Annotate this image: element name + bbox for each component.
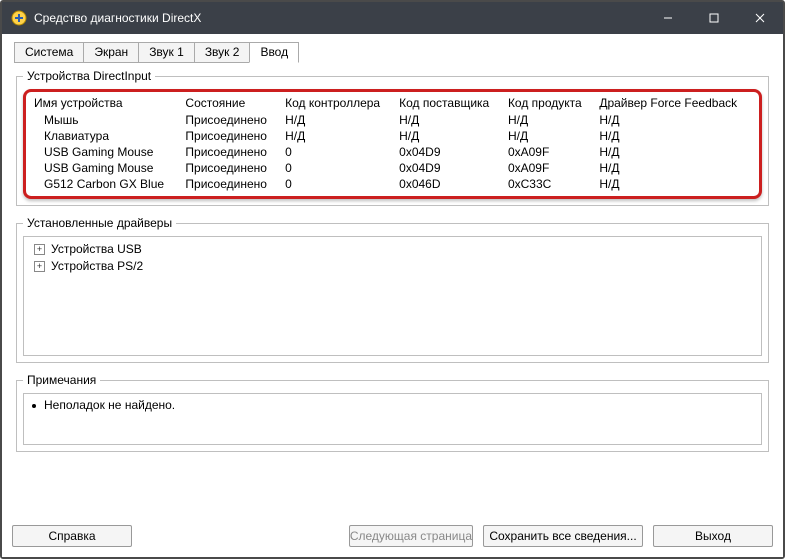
- table-row[interactable]: USB Gaming Mouse Присоединено 0 0x04D9 0…: [30, 144, 755, 160]
- col-state[interactable]: Состояние: [181, 94, 281, 112]
- col-controller-id[interactable]: Код контроллера: [281, 94, 395, 112]
- footer-bar: Справка Следующая страница Сохранить все…: [2, 521, 783, 547]
- window-title: Средство диагностики DirectX: [34, 11, 201, 25]
- col-device-name[interactable]: Имя устройства: [30, 94, 181, 112]
- tree-item-usb[interactable]: + Устройства USB: [30, 241, 755, 258]
- next-page-button[interactable]: Следующая страница: [349, 525, 473, 547]
- device-table-highlight: Имя устройства Состояние Код контроллера…: [23, 89, 762, 199]
- drivers-tree[interactable]: + Устройства USB + Устройства PS/2: [23, 236, 762, 356]
- table-row[interactable]: Мышь Присоединено Н/Д Н/Д Н/Д Н/Д: [30, 112, 755, 128]
- note-text: Неполадок не найдено.: [44, 398, 175, 412]
- maximize-button[interactable]: [691, 2, 737, 34]
- table-row[interactable]: G512 Carbon GX Blue Присоединено 0 0x046…: [30, 176, 755, 192]
- tab-system[interactable]: Система: [14, 42, 84, 63]
- group-directinput-devices: Устройства DirectInput Имя устройства Со…: [16, 69, 769, 206]
- device-table: Имя устройства Состояние Код контроллера…: [30, 94, 755, 192]
- save-all-info-button[interactable]: Сохранить все сведения...: [483, 525, 643, 547]
- exit-button[interactable]: Выход: [653, 525, 773, 547]
- table-row[interactable]: USB Gaming Mouse Присоединено 0 0x04D9 0…: [30, 160, 755, 176]
- expand-icon[interactable]: +: [34, 244, 45, 255]
- tab-sound-1[interactable]: Звук 1: [138, 42, 195, 63]
- close-button[interactable]: [737, 2, 783, 34]
- group-notes: Примечания Неполадок не найдено.: [16, 373, 769, 452]
- minimize-button[interactable]: [645, 2, 691, 34]
- legend-devices: Устройства DirectInput: [23, 69, 155, 83]
- tab-display[interactable]: Экран: [83, 42, 139, 63]
- tab-bar: Система Экран Звук 1 Звук 2 Ввод: [12, 42, 773, 63]
- legend-notes: Примечания: [23, 373, 100, 387]
- group-installed-drivers: Установленные драйверы + Устройства USB …: [16, 216, 769, 363]
- notes-box: Неполадок не найдено.: [23, 393, 762, 445]
- col-vendor-id[interactable]: Код поставщика: [395, 94, 504, 112]
- help-button[interactable]: Справка: [12, 525, 132, 547]
- app-icon: [10, 9, 28, 27]
- col-ff-driver[interactable]: Драйвер Force Feedback: [595, 94, 755, 112]
- tab-sound-2[interactable]: Звук 2: [194, 42, 251, 63]
- tree-item-label: Устройства PS/2: [51, 258, 143, 275]
- col-product-id[interactable]: Код продукта: [504, 94, 595, 112]
- client-area: Система Экран Звук 1 Звук 2 Ввод Устройс…: [2, 34, 783, 557]
- expand-icon[interactable]: +: [34, 261, 45, 272]
- tab-input[interactable]: Ввод: [249, 42, 299, 63]
- titlebar: Средство диагностики DirectX: [2, 2, 783, 34]
- tree-item-ps2[interactable]: + Устройства PS/2: [30, 258, 755, 275]
- tree-item-label: Устройства USB: [51, 241, 142, 258]
- table-row[interactable]: Клавиатура Присоединено Н/Д Н/Д Н/Д Н/Д: [30, 128, 755, 144]
- legend-drivers: Установленные драйверы: [23, 216, 176, 230]
- bullet-icon: [32, 404, 36, 408]
